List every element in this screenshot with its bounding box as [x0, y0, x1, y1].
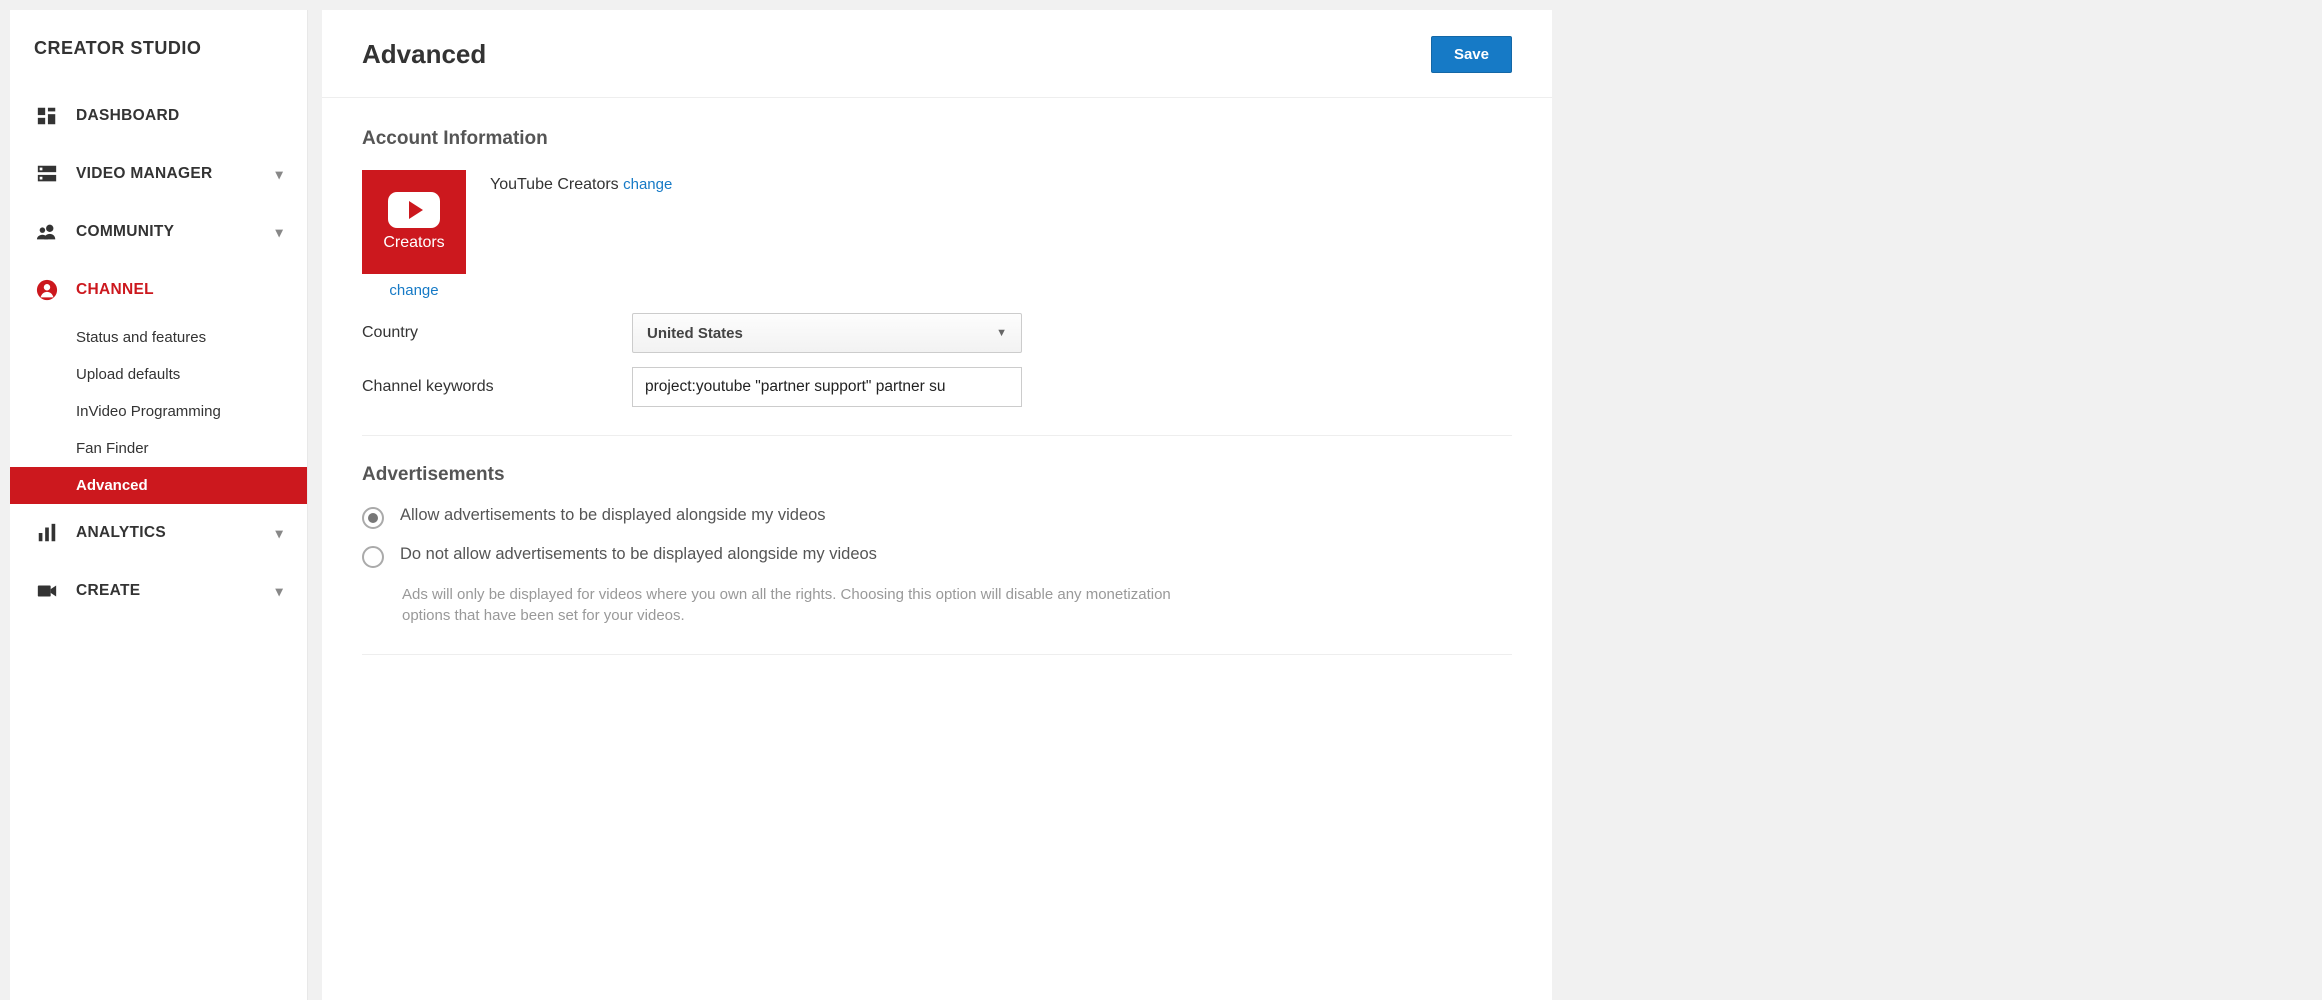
page-header: Advanced Save: [322, 10, 1552, 98]
ads-option-allow[interactable]: Allow advertisements to be displayed alo…: [362, 506, 1512, 529]
right-gutter: [1562, 0, 2322, 1000]
chevron-down-icon: ▾: [276, 525, 283, 542]
avatar-column: Creators change: [362, 170, 466, 299]
radio-disallow-ads[interactable]: [362, 546, 384, 568]
radio-label: Allow advertisements to be displayed alo…: [400, 506, 826, 525]
channel-icon: [34, 279, 60, 301]
section-divider: [362, 654, 1512, 655]
dashboard-icon: [34, 105, 60, 127]
channel-name: YouTube Creators: [490, 176, 619, 193]
country-value: United States: [647, 325, 743, 342]
create-icon: [34, 580, 60, 602]
ads-help-text: Ads will only be displayed for videos wh…: [402, 584, 1182, 626]
sidebar-subitem-fan-finder[interactable]: Fan Finder: [76, 430, 307, 467]
sidebar-item-community[interactable]: COMMUNITY ▾: [10, 203, 307, 261]
sidebar-item-dashboard[interactable]: DASHBOARD: [10, 87, 307, 145]
country-row: Country United States ▼: [362, 313, 1512, 353]
save-button[interactable]: Save: [1431, 36, 1512, 73]
country-label: Country: [362, 324, 632, 342]
sidebar-item-label: VIDEO MANAGER: [76, 165, 276, 183]
community-icon: [34, 221, 60, 243]
sidebar-item-create[interactable]: CREATE ▾: [10, 562, 307, 620]
sidebar-subitem-upload-defaults[interactable]: Upload defaults: [76, 356, 307, 393]
page-title: Advanced: [362, 39, 486, 70]
sidebar-subitem-status[interactable]: Status and features: [76, 319, 307, 356]
keywords-label: Channel keywords: [362, 378, 632, 396]
account-info-row: Creators change YouTube Creators change: [362, 170, 1512, 299]
content-area: Account Information Creators change YouT…: [322, 98, 1552, 713]
sidebar-title: CREATOR STUDIO: [10, 38, 307, 87]
sidebar-item-video-manager[interactable]: VIDEO MANAGER ▾: [10, 145, 307, 203]
channel-avatar: Creators: [362, 170, 466, 274]
analytics-icon: [34, 522, 60, 544]
avatar-text: Creators: [383, 234, 444, 252]
ads-section-title: Advertisements: [362, 464, 1512, 486]
channel-keywords-input[interactable]: [632, 367, 1022, 407]
chevron-down-icon: ▾: [276, 583, 283, 600]
sidebar-subitem-invideo[interactable]: InVideo Programming: [76, 393, 307, 430]
section-divider: [362, 435, 1512, 436]
sidebar: CREATOR STUDIO DASHBOARD VIDEO MANAGER ▾…: [10, 10, 308, 1000]
sidebar-item-label: CHANNEL: [76, 281, 283, 299]
sidebar-item-analytics[interactable]: ANALYTICS ▾: [10, 504, 307, 562]
channel-subitems: Status and features Upload defaults InVi…: [10, 319, 307, 504]
video-manager-icon: [34, 163, 60, 185]
caret-down-icon: ▼: [996, 327, 1007, 339]
app-root: CREATOR STUDIO DASHBOARD VIDEO MANAGER ▾…: [0, 0, 2322, 1000]
radio-label: Do not allow advertisements to be displa…: [400, 545, 877, 564]
channel-name-row: YouTube Creators change: [490, 170, 672, 194]
chevron-down-icon: ▾: [276, 224, 283, 241]
play-icon: [388, 192, 440, 228]
sidebar-item-channel[interactable]: CHANNEL: [10, 261, 307, 319]
sidebar-item-label: DASHBOARD: [76, 107, 283, 125]
change-avatar-link[interactable]: change: [389, 282, 438, 299]
keywords-row: Channel keywords: [362, 367, 1512, 407]
main-content: Advanced Save Account Information Creato…: [322, 10, 1552, 1000]
sidebar-item-label: CREATE: [76, 582, 276, 600]
chevron-down-icon: ▾: [276, 166, 283, 183]
radio-allow-ads[interactable]: [362, 507, 384, 529]
ads-option-disallow[interactable]: Do not allow advertisements to be displa…: [362, 545, 1512, 568]
change-name-link[interactable]: change: [623, 176, 672, 193]
sidebar-item-label: ANALYTICS: [76, 524, 276, 542]
country-select[interactable]: United States ▼: [632, 313, 1022, 353]
sidebar-item-label: COMMUNITY: [76, 223, 276, 241]
sidebar-subitem-advanced[interactable]: Advanced: [10, 467, 307, 504]
account-section-title: Account Information: [362, 128, 1512, 150]
